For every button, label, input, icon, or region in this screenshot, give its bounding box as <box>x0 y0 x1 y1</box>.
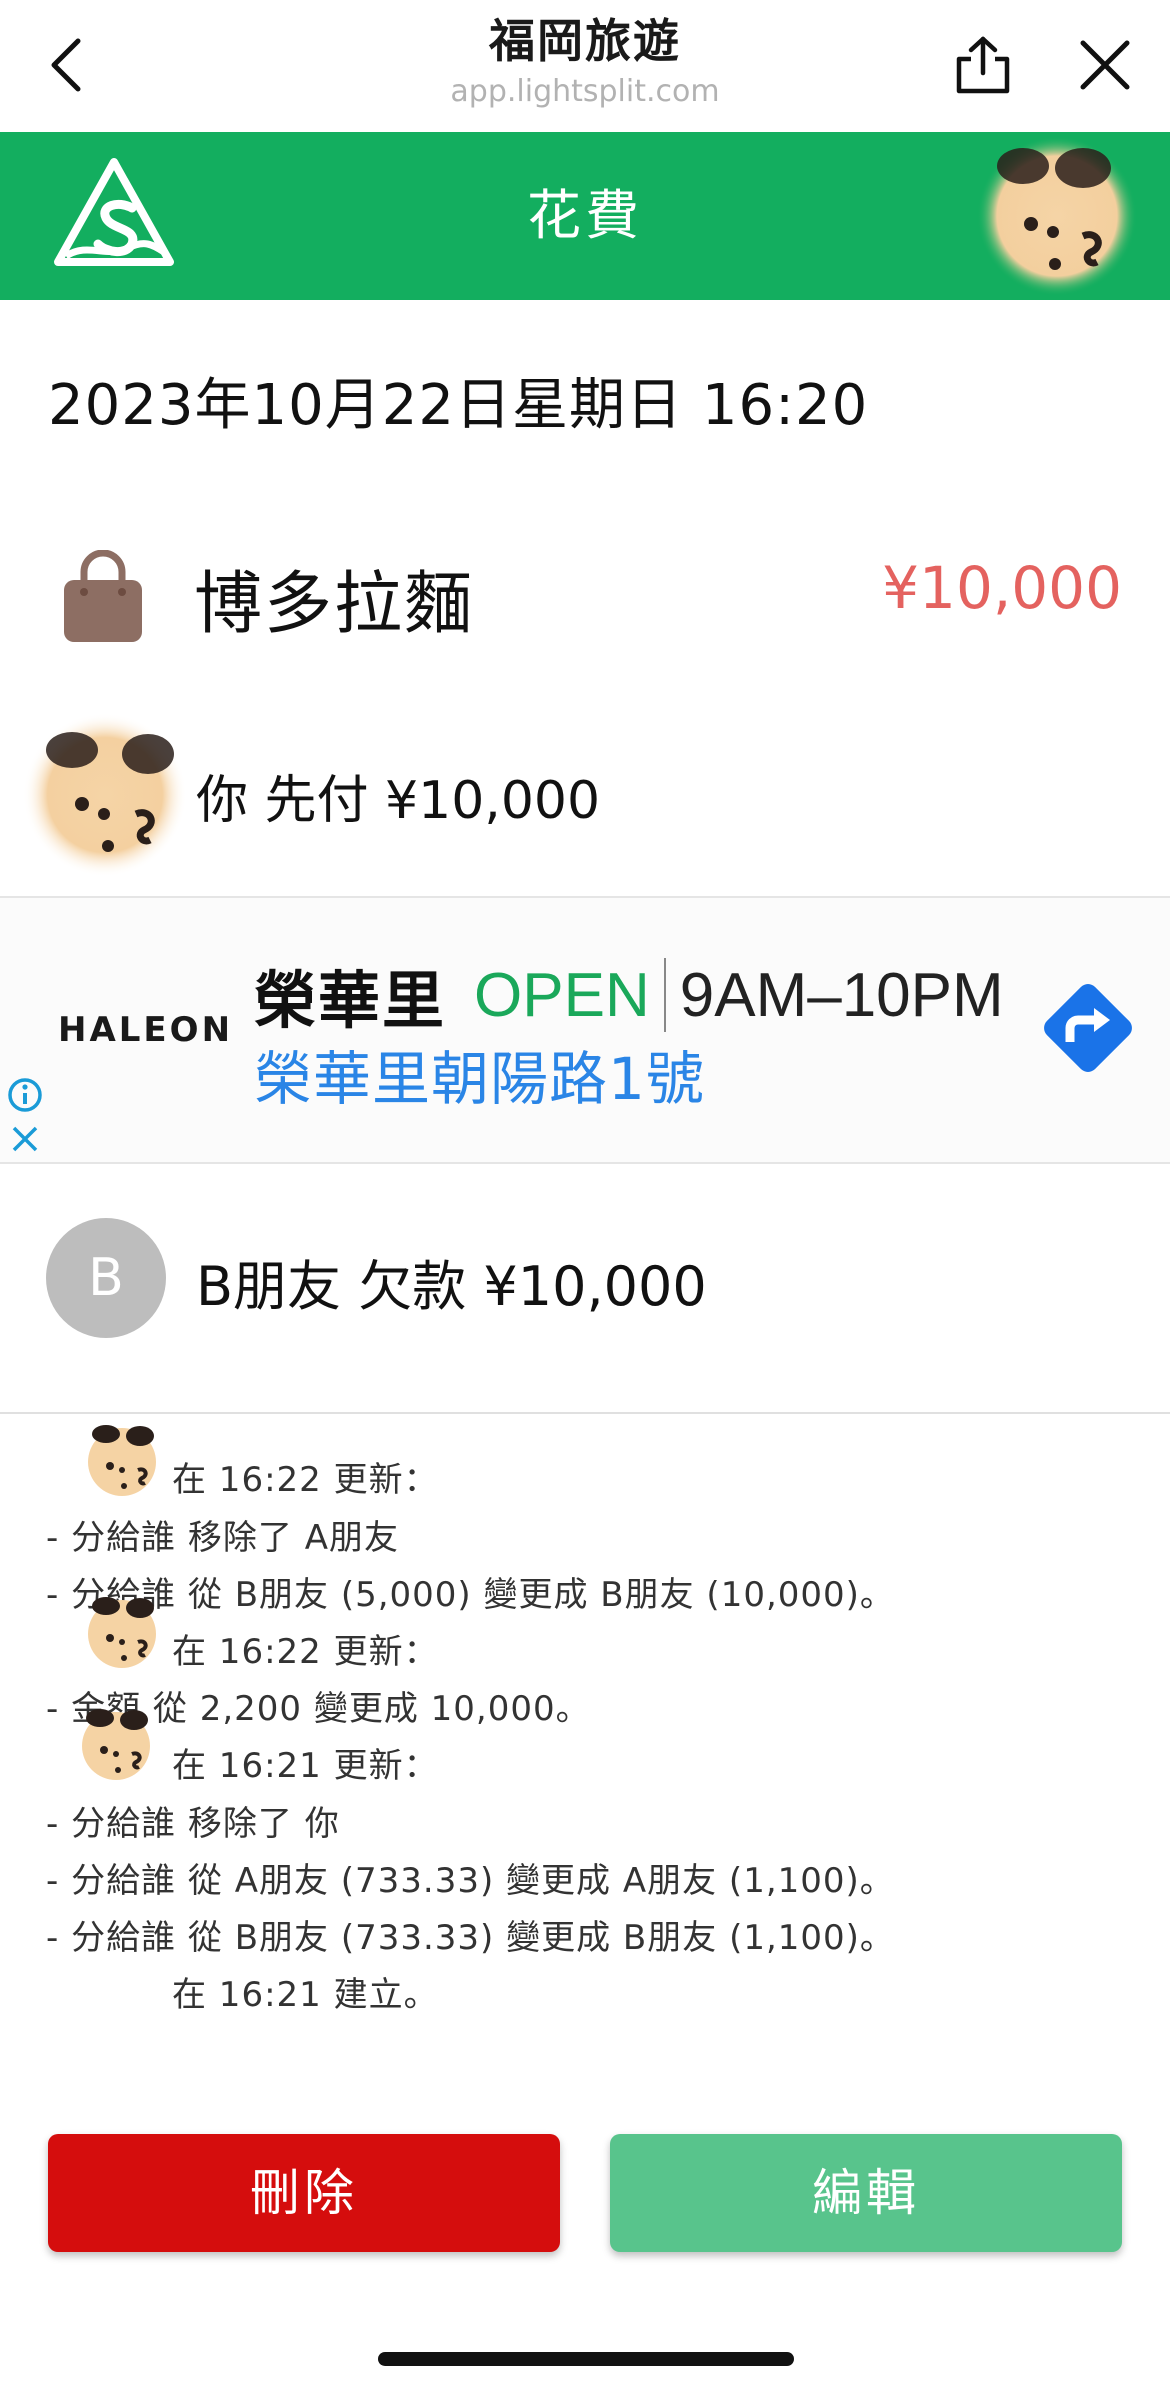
header-title: 花費 <box>527 184 643 247</box>
avatar <box>80 1592 164 1672</box>
edit-button[interactable]: 編輯 <box>610 2134 1122 2252</box>
history-entry-head: 在 16:22 更新： <box>172 1460 439 1500</box>
avatar: B <box>46 1218 166 1338</box>
history-entry-line: - 分給誰 移除了 A朋友 <box>46 1518 399 1558</box>
ad-divider <box>663 958 666 1032</box>
close-icon <box>1080 40 1130 90</box>
directions-icon[interactable] <box>1036 976 1140 1080</box>
history-entry-line: - 分給誰 從 B朋友 (733.33) 變更成 B朋友 (1,100)。 <box>46 1918 895 1958</box>
page-title: 福岡旅遊 <box>489 14 681 68</box>
delete-button[interactable]: 刪除 <box>48 2134 560 2252</box>
avatar <box>74 1704 158 1784</box>
chevron-left-icon <box>51 38 81 92</box>
debtor-text: B朋友 欠款 ¥10,000 <box>196 1255 707 1318</box>
ad-banner[interactable]: HALEON 榮華里 OPEN 9AM–10PM 榮華里朝陽路1號 <box>0 896 1170 1164</box>
ad-close-icon[interactable] <box>6 1120 44 1158</box>
history-entry-line: - 分給誰 從 B朋友 (5,000) 變更成 B朋友 (10,000)。 <box>46 1575 895 1615</box>
avatar <box>80 1420 164 1500</box>
ad-address[interactable]: 榮華里朝陽路1號 <box>254 1032 705 1116</box>
expense-row: 博多拉麵 ¥10,000 <box>0 520 1170 660</box>
expense-amount: ¥10,000 <box>882 554 1122 622</box>
app-header: 花費 <box>0 132 1170 300</box>
expense-datetime: 2023年10月22日星期日 16:20 <box>48 373 869 438</box>
debtor-row: B B朋友 欠款 ¥10,000 <box>0 1178 1170 1414</box>
history-entry-head: 在 16:21 建立。 <box>172 1975 439 2015</box>
home-indicator <box>378 2352 794 2366</box>
ad-hours: 9AM–10PM <box>679 960 1004 1030</box>
ad-brand-logo: HALEON <box>58 1010 234 1050</box>
info-icon[interactable] <box>6 1076 44 1114</box>
browser-bar: 福岡旅遊 app.lightsplit.com <box>0 0 1170 132</box>
ad-open-label: OPEN <box>474 960 650 1030</box>
share-icon <box>956 36 1010 94</box>
history-entry-line: - 分給誰 移除了 你 <box>46 1804 340 1844</box>
payer-text: 你 先付 ¥10,000 <box>196 771 601 831</box>
ad-headline: 榮華里 OPEN 9AM–10PM <box>254 950 1004 1040</box>
lightsplit-logo[interactable] <box>48 152 180 280</box>
payer-avatar <box>20 710 190 880</box>
payer-row: 你 先付 ¥10,000 <box>0 700 1170 877</box>
ad-store-name: 榮華里 <box>254 964 447 1037</box>
title-block: 福岡旅遊 app.lightsplit.com <box>235 10 935 112</box>
close-button[interactable] <box>1070 30 1140 100</box>
history-entry-line: - 分給誰 從 A朋友 (733.33) 變更成 A朋友 (1,100)。 <box>46 1861 895 1901</box>
back-button[interactable] <box>36 30 96 100</box>
user-avatar[interactable] <box>965 132 1137 300</box>
history-entry-head: 在 16:22 更新： <box>172 1632 439 1672</box>
history-entry-head: 在 16:21 更新： <box>172 1746 439 1786</box>
page-url: app.lightsplit.com <box>450 74 720 109</box>
expense-name: 博多拉麵 <box>194 565 475 644</box>
share-button[interactable] <box>950 30 1016 100</box>
shopping-bag-icon <box>58 549 148 646</box>
